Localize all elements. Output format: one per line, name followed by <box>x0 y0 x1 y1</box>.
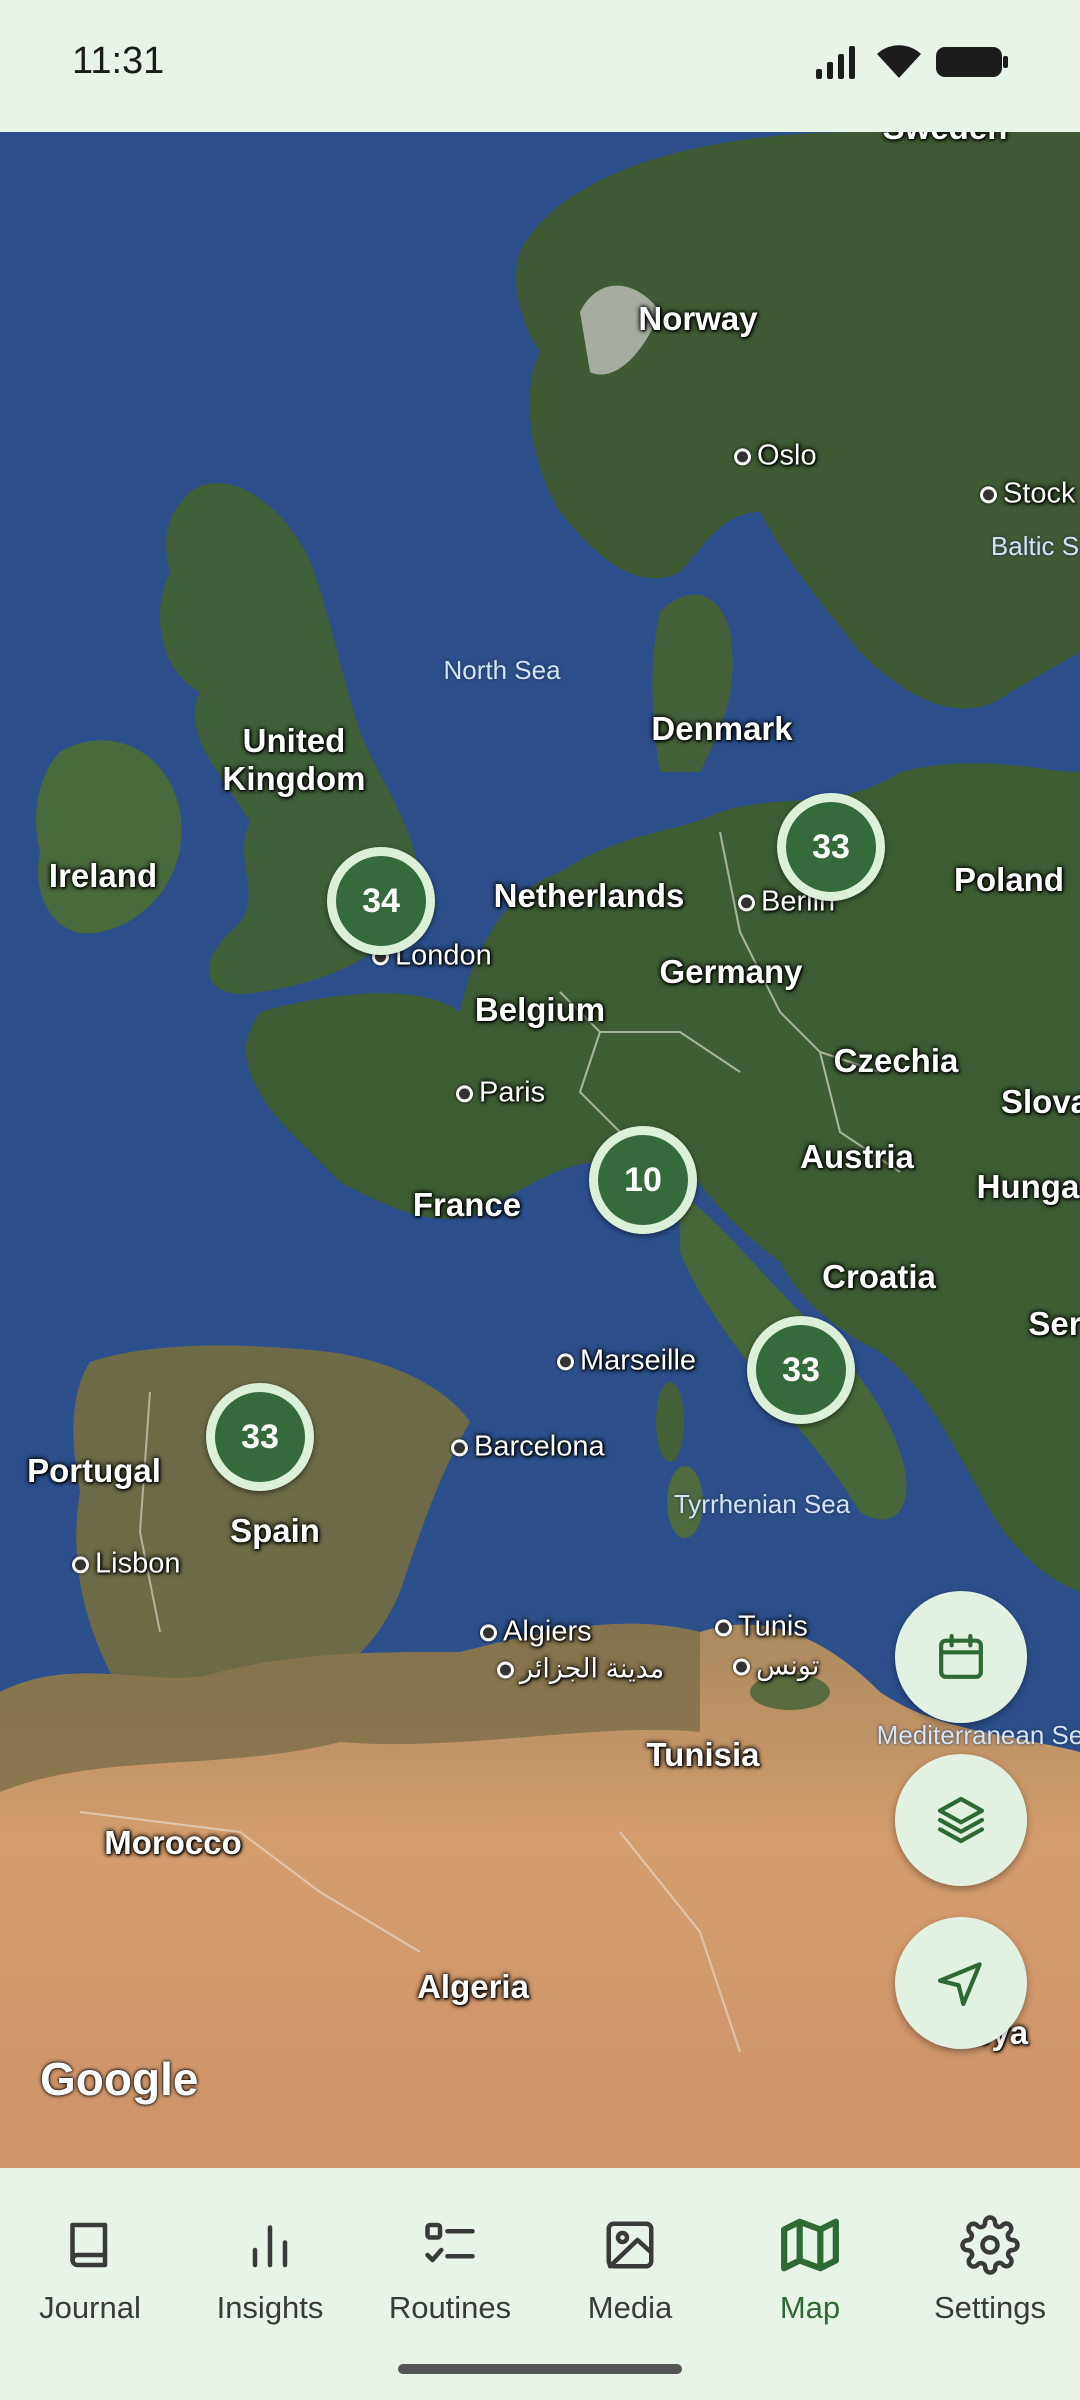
country-label-norway: Norway <box>638 300 758 338</box>
sea-label-tyrrhenian: Tyrrhenian Sea <box>673 1489 851 1520</box>
nav-item-journal[interactable]: Journal <box>0 2168 180 2400</box>
country-label-slovakia: Slova <box>1000 1083 1080 1121</box>
city-label-oslo: Oslo <box>734 439 817 472</box>
cluster-count: 10 <box>598 1135 688 1225</box>
city-label-algiers-arabic: مدينة الجزائر <box>497 1653 664 1684</box>
status-icons <box>814 44 1008 80</box>
country-label-netherlands: Netherlands <box>493 877 685 915</box>
map-layers-button[interactable] <box>895 1754 1027 1886</box>
country-label-morocco: Morocco <box>104 1824 242 1862</box>
layers-icon <box>937 1796 985 1844</box>
sea-label-mediterranean: Mediterranean Se <box>876 1720 1080 1751</box>
sea-label-baltic: Baltic S <box>990 531 1080 562</box>
country-label-algeria: Algeria <box>417 1968 529 2006</box>
cluster-count: 33 <box>215 1392 305 1482</box>
gear-icon <box>960 2215 1020 2275</box>
country-label-tunisia: Tunisia <box>646 1736 760 1774</box>
battery-icon <box>936 47 1008 77</box>
home-indicator[interactable] <box>398 2364 682 2374</box>
entry-cluster-berlin[interactable]: 33 <box>777 793 885 901</box>
cluster-count: 33 <box>756 1325 846 1415</box>
sea-label-north-sea: North Sea <box>443 655 561 686</box>
country-label-denmark: Denmark <box>651 710 793 748</box>
country-label-croatia: Croatia <box>822 1258 936 1296</box>
nav-label-map: Map <box>779 2290 841 2325</box>
country-label-spain: Spain <box>230 1512 320 1550</box>
cluster-count: 34 <box>336 856 426 946</box>
nav-item-map[interactable]: Map <box>720 2168 900 2400</box>
entry-cluster-spain[interactable]: 33 <box>206 1383 314 1491</box>
map-view[interactable]: Sweden Norway Denmark UnitedKingdom Irel… <box>0 132 1080 2168</box>
city-label-paris: Paris <box>456 1076 545 1109</box>
country-label-ireland: Ireland <box>48 857 158 895</box>
image-icon <box>606 2221 654 2269</box>
nav-label-settings: Settings <box>933 2290 1046 2325</box>
calendar-filter-button[interactable] <box>895 1591 1027 1723</box>
country-label-czechia: Czechia <box>833 1042 959 1080</box>
city-label-tunis: Tunis <box>715 1610 808 1643</box>
navigation-arrow-icon <box>937 1962 982 2007</box>
nav-label-media: Media <box>587 2290 673 2325</box>
country-label-poland: Poland <box>953 861 1065 899</box>
status-time: 11:31 <box>72 40 165 82</box>
country-label-hungary: Hunga <box>976 1168 1080 1206</box>
nav-label-insights: Insights <box>216 2290 324 2325</box>
status-bar: 11:31 <box>0 0 1080 132</box>
wifi-icon <box>877 45 921 78</box>
my-location-button[interactable] <box>895 1917 1027 2049</box>
nav-item-settings[interactable]: Settings <box>900 2168 1080 2400</box>
calendar-icon <box>939 1633 983 1679</box>
entry-cluster-italy[interactable]: 33 <box>747 1316 855 1424</box>
map-icon <box>781 2218 839 2272</box>
nav-label-routines: Routines <box>388 2290 512 2325</box>
city-label-tunis-arabic: تونس <box>733 1650 819 1681</box>
google-logo: Google <box>40 2053 199 2105</box>
country-label-portugal: Portugal <box>27 1452 161 1490</box>
city-label-marseille: Marseille <box>557 1344 696 1377</box>
bar-chart-icon <box>252 2225 288 2268</box>
book-icon <box>70 2222 108 2268</box>
country-label-germany: Germany <box>659 953 803 991</box>
country-label-united-kingdom: United Kingdom <box>222 722 366 797</box>
cluster-count: 33 <box>786 802 876 892</box>
country-label-sweden: Sweden <box>883 132 1008 147</box>
entry-cluster-switzerland[interactable]: 10 <box>589 1126 697 1234</box>
city-label-lisbon: Lisbon <box>72 1547 180 1580</box>
country-label-serbia: Ser <box>1028 1305 1080 1343</box>
city-label-stockholm: Stock <box>980 477 1076 510</box>
country-label-belgium: Belgium <box>474 991 606 1029</box>
city-label-algiers: Algiers <box>480 1615 592 1648</box>
nav-label-journal: Journal <box>39 2290 141 2325</box>
nav-item-insights[interactable]: Insights <box>180 2168 360 2400</box>
country-label-france: France <box>412 1186 522 1224</box>
checklist-icon <box>425 2222 475 2263</box>
city-label-barcelona: Barcelona <box>451 1430 605 1463</box>
entry-cluster-uk[interactable]: 34 <box>327 847 435 955</box>
country-label-austria: Austria <box>800 1138 914 1176</box>
signal-icon <box>816 46 855 79</box>
